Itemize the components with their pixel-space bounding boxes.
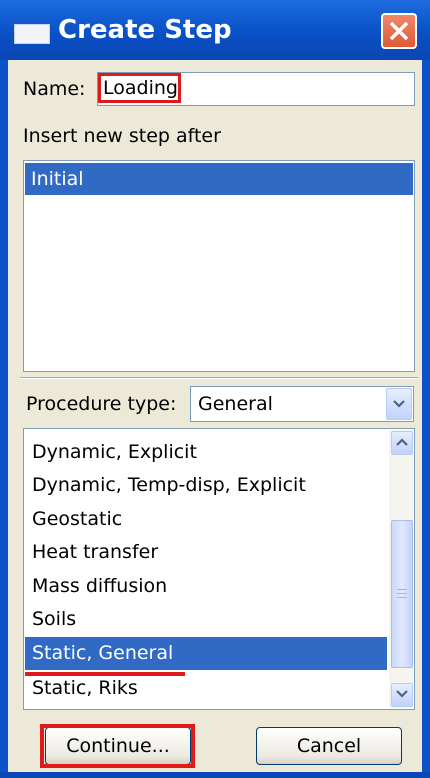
name-value-highlight[interactable]: Loading — [98, 73, 181, 103]
step-list[interactable]: Initial — [23, 160, 415, 372]
list-item[interactable]: Soils — [25, 603, 387, 636]
title-bar[interactable]: Create Step — [0, 0, 430, 60]
cancel-button[interactable]: Cancel — [256, 727, 402, 765]
window-border-bottom — [0, 772, 430, 778]
list-item[interactable]: Dynamic, Explicit — [25, 436, 387, 469]
close-button[interactable] — [381, 13, 417, 49]
list-item[interactable]: Heat transfer — [25, 536, 387, 569]
annotation-underline — [25, 672, 185, 676]
name-label: Name: — [23, 78, 86, 100]
chevron-down-icon — [396, 690, 408, 698]
list-item[interactable]: Static, Riks — [25, 672, 387, 705]
chevron-up-icon — [396, 438, 408, 446]
close-icon — [389, 21, 409, 41]
continue-annotation-box — [40, 724, 195, 768]
scrollbar-grip — [397, 593, 407, 594]
scroll-down-button[interactable] — [391, 683, 413, 707]
dropdown-button[interactable] — [386, 388, 412, 420]
list-item-initial[interactable]: Initial — [25, 163, 413, 195]
list-item[interactable]: Dynamic, Temp-disp, Explicit — [25, 469, 387, 502]
window-border-right — [422, 60, 430, 772]
scroll-up-button[interactable] — [391, 431, 413, 455]
list-item[interactable]: Mass diffusion — [25, 570, 387, 603]
scrollbar-grip — [397, 597, 407, 598]
scrollbar-grip — [397, 589, 407, 590]
insert-step-label: Insert new step after — [23, 125, 221, 147]
divider-highlight — [20, 378, 418, 379]
scrollbar-thumb[interactable] — [391, 520, 413, 668]
window-icon — [14, 24, 50, 44]
procedure-type-value[interactable]: General — [198, 389, 273, 419]
procedure-list[interactable]: Dynamic, Explicit Dynamic, Temp-disp, Ex… — [23, 428, 415, 710]
chevron-down-icon — [393, 400, 405, 408]
procedure-type-label: Procedure type: — [26, 393, 177, 415]
list-item-selected[interactable]: Static, General — [25, 637, 387, 670]
window-border-left — [0, 60, 8, 772]
dialog-title: Create Step — [58, 15, 232, 45]
list-item[interactable]: Geostatic — [25, 503, 387, 536]
create-step-dialog: Create Step Name: Loading Insert new ste… — [0, 0, 430, 778]
